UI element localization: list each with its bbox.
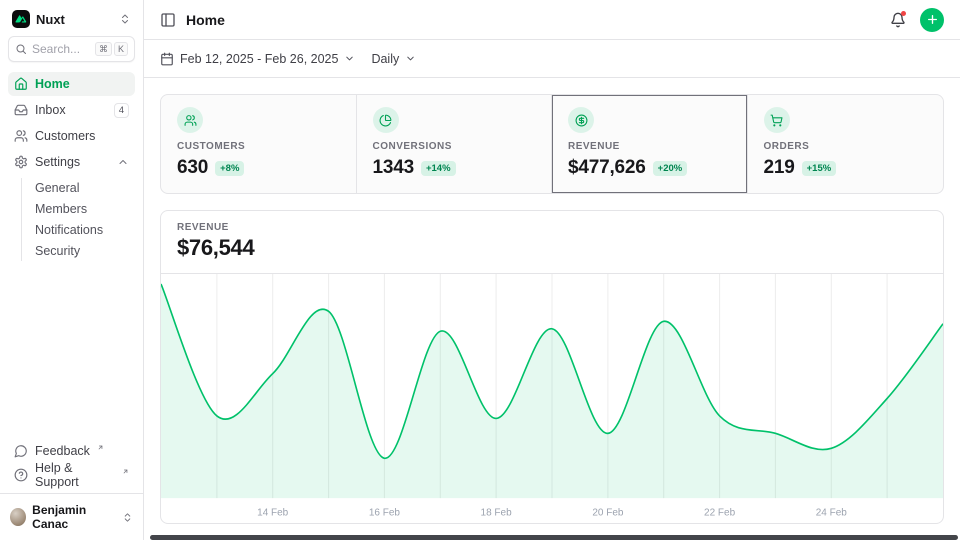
date-range-value: Feb 12, 2025 - Feb 26, 2025	[180, 52, 338, 66]
svg-text:22 Feb: 22 Feb	[704, 508, 735, 519]
user-name: Benjamin Canac	[32, 503, 116, 531]
horizontal-scrollbar[interactable]	[150, 535, 958, 540]
revenue-area-chart[interactable]: 14 Feb 16 Feb 18 Feb 20 Feb 22 Feb 24 Feb	[161, 274, 943, 523]
inbox-icon	[14, 103, 28, 117]
sidebar-item-feedback[interactable]: Feedback	[8, 439, 135, 463]
search-icon	[15, 43, 27, 55]
page-header: Home	[144, 0, 960, 40]
external-link-icon	[97, 444, 104, 451]
svg-text:14 Feb: 14 Feb	[257, 508, 288, 519]
chevron-down-icon	[405, 53, 416, 64]
stats-row: CUSTOMERS 630 +8% CONVERSIONS 1343 +14%	[160, 94, 944, 194]
calendar-icon	[160, 52, 174, 66]
panel-left-icon[interactable]	[160, 12, 176, 28]
stat-card-customers[interactable]: CUSTOMERS 630 +8%	[161, 95, 357, 193]
nav-label: Customers	[35, 129, 95, 143]
nav-label: Feedback	[35, 444, 90, 458]
main-area: Home Feb 12, 2025 - Feb 26, 2025 Daily	[144, 0, 960, 540]
users-icon	[14, 129, 28, 143]
help-circle-icon	[14, 468, 28, 482]
users-icon	[177, 107, 203, 133]
sidebar-item-general[interactable]: General	[31, 178, 135, 198]
sidebar-spacer	[8, 263, 135, 439]
avatar	[10, 508, 26, 526]
nav-label: Help & Support	[35, 461, 115, 489]
stat-label: REVENUE	[568, 141, 731, 152]
chevrons-up-down-icon	[119, 13, 131, 25]
sidebar-item-settings[interactable]: Settings	[8, 150, 135, 174]
chart-title: REVENUE	[177, 222, 927, 233]
sidebar-nav: Home Inbox 4 Customers Settings Genera	[8, 72, 135, 263]
stat-delta-badge: +8%	[215, 161, 244, 176]
nav-label: Home	[35, 77, 70, 91]
inbox-count-badge: 4	[114, 103, 129, 118]
settings-submenu: General Members Notifications Security	[21, 178, 135, 261]
sidebar-item-home[interactable]: Home	[8, 72, 135, 96]
sidebar-item-inbox[interactable]: Inbox 4	[8, 98, 135, 122]
svg-text:16 Feb: 16 Feb	[369, 508, 400, 519]
stat-card-orders[interactable]: ORDERS 219 +15%	[748, 95, 944, 193]
search-input[interactable]: Search... ⌘ K	[8, 36, 135, 62]
gear-icon	[14, 155, 28, 169]
dollar-circle-icon	[568, 107, 594, 133]
workspace-switcher[interactable]: Nuxt	[8, 8, 135, 36]
stat-value: 630	[177, 157, 208, 179]
sidebar-item-members[interactable]: Members	[31, 199, 135, 219]
search-placeholder: Search...	[32, 42, 90, 56]
chevrons-up-down-icon	[122, 512, 133, 523]
stat-card-conversions[interactable]: CONVERSIONS 1343 +14%	[357, 95, 553, 193]
sidebar-item-security[interactable]: Security	[31, 241, 135, 261]
period-value: Daily	[371, 52, 399, 66]
stat-value: 219	[764, 157, 795, 179]
period-select[interactable]: Daily	[371, 52, 416, 66]
nav-label: Inbox	[35, 103, 66, 117]
chart-header: REVENUE $76,544	[161, 211, 943, 274]
stat-label: ORDERS	[764, 141, 928, 152]
stat-value: 1343	[373, 157, 414, 179]
chevron-down-icon	[344, 53, 355, 64]
nuxt-logo	[12, 10, 30, 28]
stat-delta-badge: +20%	[653, 161, 688, 176]
user-menu[interactable]: Benjamin Canac	[0, 493, 143, 540]
sidebar: Nuxt Search... ⌘ K Home Inbox 4	[0, 0, 144, 540]
revenue-chart-svg: 14 Feb 16 Feb 18 Feb 20 Feb 22 Feb 24 Feb	[161, 274, 943, 523]
filters-toolbar: Feb 12, 2025 - Feb 26, 2025 Daily	[144, 40, 960, 78]
notifications-button[interactable]	[890, 12, 906, 28]
stat-label: CUSTOMERS	[177, 141, 340, 152]
sidebar-item-help-support[interactable]: Help & Support	[8, 463, 135, 487]
stat-card-revenue[interactable]: REVENUE $477,626 +20%	[552, 95, 748, 193]
notification-dot	[901, 11, 906, 16]
sidebar-item-customers[interactable]: Customers	[8, 124, 135, 148]
date-range-picker[interactable]: Feb 12, 2025 - Feb 26, 2025	[160, 52, 355, 66]
stat-label: CONVERSIONS	[373, 141, 536, 152]
kbd-key: K	[114, 42, 128, 57]
add-button[interactable]	[920, 8, 944, 32]
external-link-icon	[122, 468, 129, 475]
house-icon	[14, 77, 28, 91]
page-title: Home	[186, 12, 225, 28]
stat-delta-badge: +15%	[802, 161, 837, 176]
svg-text:18 Feb: 18 Feb	[481, 508, 512, 519]
message-circle-icon	[14, 444, 28, 458]
content: CUSTOMERS 630 +8% CONVERSIONS 1343 +14%	[144, 78, 960, 540]
sidebar-item-notifications[interactable]: Notifications	[31, 220, 135, 240]
plus-icon	[926, 13, 939, 26]
search-shortcut: ⌘ K	[95, 42, 128, 57]
kbd-meta: ⌘	[95, 42, 112, 57]
revenue-chart-card: REVENUE $76,544 14 Feb 16 Feb 18 Feb 20 Feb…	[160, 210, 944, 524]
chart-total-value: $76,544	[177, 235, 927, 261]
shopping-cart-icon	[764, 107, 790, 133]
workspace-name: Nuxt	[36, 12, 65, 27]
pie-chart-icon	[373, 107, 399, 133]
nav-label: Settings	[35, 155, 80, 169]
svg-text:24 Feb: 24 Feb	[816, 508, 847, 519]
stat-delta-badge: +14%	[421, 161, 456, 176]
header-actions	[890, 8, 944, 32]
svg-text:20 Feb: 20 Feb	[592, 508, 623, 519]
chevron-up-icon	[117, 156, 129, 168]
stat-value: $477,626	[568, 157, 646, 179]
